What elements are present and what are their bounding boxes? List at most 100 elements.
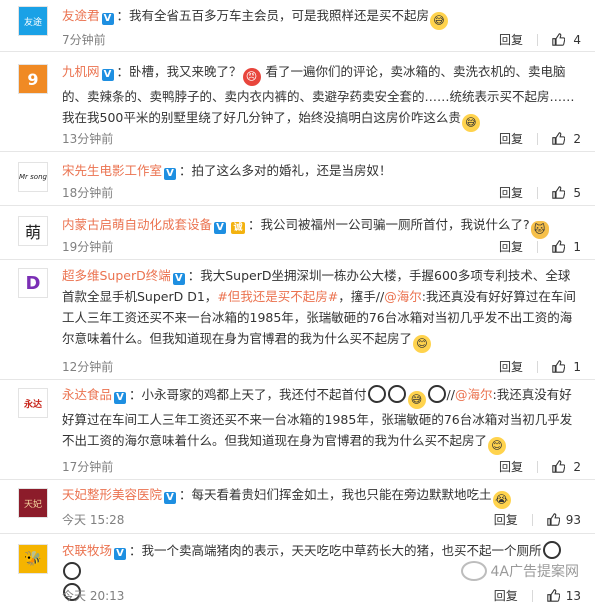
username[interactable]: 友途君 xyxy=(62,8,100,23)
like-button[interactable]: 4 xyxy=(552,33,581,47)
reply-button[interactable]: 回复 xyxy=(499,358,523,375)
comment-meta: 19分钟前 回复 1 xyxy=(62,238,581,256)
like-count: 1 xyxy=(573,239,581,254)
avatar[interactable]: 天妃 xyxy=(18,488,48,518)
like-button[interactable]: 5 xyxy=(552,186,581,200)
thumbs-up-icon xyxy=(552,186,565,199)
like-button[interactable]: 13 xyxy=(547,589,581,603)
comment-actions: 回复 2 xyxy=(499,458,581,475)
comment-text: ：我公司被福州一公司骗一厕所首付，我说什么了? xyxy=(248,217,530,232)
mention-link[interactable]: @海尔 xyxy=(384,289,422,304)
comment-meta: 今天 20:13 回复 13 xyxy=(62,587,581,605)
username[interactable]: 永达食品 xyxy=(62,387,112,402)
avatar[interactable]: 9 xyxy=(18,64,48,94)
comment-meta: 13分钟前 回复 2 xyxy=(62,130,581,148)
reply-button[interactable]: 回复 xyxy=(499,184,523,201)
reply-button[interactable]: 回复 xyxy=(494,587,518,604)
comment-actions: 回复 1 xyxy=(499,358,581,375)
comment-text: ：每天看着贵妇们挥金如土，我也只能在旁边默默地吃土 xyxy=(179,487,492,502)
divider xyxy=(531,589,533,602)
thumbs-up-icon xyxy=(552,240,565,253)
timestamp: 18分钟前 xyxy=(62,186,114,200)
comment-text-continued: // xyxy=(446,387,455,402)
divider xyxy=(537,360,538,373)
thumbs-up-icon xyxy=(552,460,565,473)
avatar[interactable]: 永达 xyxy=(18,388,48,418)
comment-actions: 回复 1 xyxy=(499,238,581,255)
avatar[interactable]: 🐝 xyxy=(18,544,48,574)
integrity-badge-icon: 诚 xyxy=(231,222,246,234)
divider xyxy=(531,513,533,526)
divider xyxy=(537,240,538,253)
smile-emoji-icon: 😊 xyxy=(413,335,432,353)
comment-item: D 超多维SuperD终端 V ：我大SuperD坐拥深圳一栋办公大楼，手握600多… xyxy=(0,260,595,380)
comment-item: Mr song 宋先生电影工作室 V ：拍了这么多对的婚礼，还是当房奴！ 18分钟前… xyxy=(0,152,595,206)
like-button[interactable]: 2 xyxy=(552,132,581,146)
cry-emoji-icon: 😭 xyxy=(492,491,511,509)
like-button[interactable]: 1 xyxy=(552,240,581,254)
verified-icon: V xyxy=(101,13,114,25)
avatar[interactable]: 萌 xyxy=(18,216,48,246)
comment-item: 永达 永达食品 V ：小永哥家的鸡都上天了，我还付不起首付 😅//@海尔:我还真没有好… xyxy=(0,380,595,480)
comment-item: 天妃 天妃整形美容医院 V ：每天看着贵妇们挥金如土，我也只能在旁边默默地吃土 😭 今… xyxy=(0,480,595,534)
username[interactable]: 宋先生电影工作室 xyxy=(62,163,162,178)
sweat-emoji-icon: 😅 xyxy=(430,12,449,30)
verified-icon: V xyxy=(101,69,114,81)
comment-body: 宋先生电影工作室 V ：拍了这么多对的婚礼，还是当房奴！ xyxy=(62,160,581,181)
divider xyxy=(537,33,538,46)
comment-item: 9 九机网 V ：卧槽，我又来晚了？ 😠 看了一遍你们的评论，卖冰箱的、卖洗衣机的、卖… xyxy=(0,52,595,152)
comment-meta: 今天 15:28 回复 93 xyxy=(62,511,581,529)
like-count: 5 xyxy=(573,185,581,200)
comment-text: ：我一个卖高端猪肉的表示，天天吃吃中草药长大的猪，也买不起一个厕所 xyxy=(129,543,542,558)
comment-body: 内蒙古启萌自动化成套设备 V 诚：我公司被福州一公司骗一厕所首付，我说什么了? 🐱 xyxy=(62,214,581,239)
username[interactable]: 超多维SuperD终端 xyxy=(62,268,171,283)
verified-icon: V xyxy=(172,273,185,285)
comment-meta: 17分钟前 回复 2 xyxy=(62,458,581,476)
panda-emoji-icon xyxy=(427,385,446,403)
comment-meta: 18分钟前 回复 5 xyxy=(62,184,581,202)
mention-link[interactable]: @海尔 xyxy=(455,387,493,402)
watermark: 4A广告提案网 xyxy=(460,561,579,581)
comment-actions: 回复 2 xyxy=(499,130,581,147)
reply-button[interactable]: 回复 xyxy=(499,458,523,475)
comment-actions: 回复 4 xyxy=(499,31,581,48)
thumbs-up-icon xyxy=(552,33,565,46)
timestamp: 7分钟前 xyxy=(62,33,106,47)
topic-link[interactable]: #但我还是买不起房# xyxy=(217,289,338,304)
timestamp: 今天 20:13 xyxy=(62,589,125,603)
divider xyxy=(537,186,538,199)
avatar-text: Mr song xyxy=(19,173,47,181)
like-button[interactable]: 93 xyxy=(547,513,581,527)
comment-body: 天妃整形美容医院 V ：每天看着贵妇们挥金如土，我也只能在旁边默默地吃土 😭 xyxy=(62,484,581,509)
panda-emoji-icon xyxy=(542,541,561,559)
reply-button[interactable]: 回复 xyxy=(499,130,523,147)
timestamp: 12分钟前 xyxy=(62,360,114,374)
avatar-text: 天妃 xyxy=(23,499,42,510)
reply-button[interactable]: 回复 xyxy=(499,31,523,48)
comment-body: 永达食品 V ：小永哥家的鸡都上天了，我还付不起首付 😅//@海尔:我还真没有好好算过… xyxy=(62,384,581,455)
comment-item: 友途 友途君 V ：我有全省五百多万车主会员，可是我照样还是买不起房 😅 7分钟前 回… xyxy=(0,0,595,52)
like-count: 2 xyxy=(573,459,581,474)
comment-body: 友途君 V ：我有全省五百多万车主会员，可是我照样还是买不起房 😅 xyxy=(62,5,581,30)
timestamp: 17分钟前 xyxy=(62,460,114,474)
comment-text: ：卧槽，我又来晚了？ xyxy=(116,64,242,79)
reply-button[interactable]: 回复 xyxy=(499,238,523,255)
like-button[interactable]: 2 xyxy=(552,460,581,474)
avatar[interactable]: 友途 xyxy=(18,6,48,36)
reply-button[interactable]: 回复 xyxy=(494,511,518,528)
verified-icon: V xyxy=(114,392,127,404)
comment-text: ：拍了这么多对的婚礼，还是当房奴！ xyxy=(179,163,392,178)
verified-icon: V xyxy=(214,222,227,234)
comment-body: 超多维SuperD终端 V ：我大SuperD坐拥深圳一栋办公大楼，手握600多项专… xyxy=(62,265,581,353)
username[interactable]: 九机网 xyxy=(62,64,100,79)
avatar-text: D xyxy=(25,272,41,294)
comment-text: ：小永哥家的鸡都上天了，我还付不起首付 xyxy=(129,387,367,402)
like-button[interactable]: 1 xyxy=(552,360,581,374)
comment-item: 萌 内蒙古启萌自动化成套设备 V 诚：我公司被福州一公司骗一厕所首付，我说什么了? 🐱… xyxy=(0,206,595,260)
username[interactable]: 内蒙古启萌自动化成套设备 xyxy=(62,217,212,232)
avatar[interactable]: D xyxy=(18,268,48,298)
thumbs-up-icon xyxy=(547,513,560,526)
username[interactable]: 农联牧场 xyxy=(62,543,112,558)
avatar[interactable]: Mr song xyxy=(18,162,48,192)
username[interactable]: 天妃整形美容医院 xyxy=(62,487,162,502)
